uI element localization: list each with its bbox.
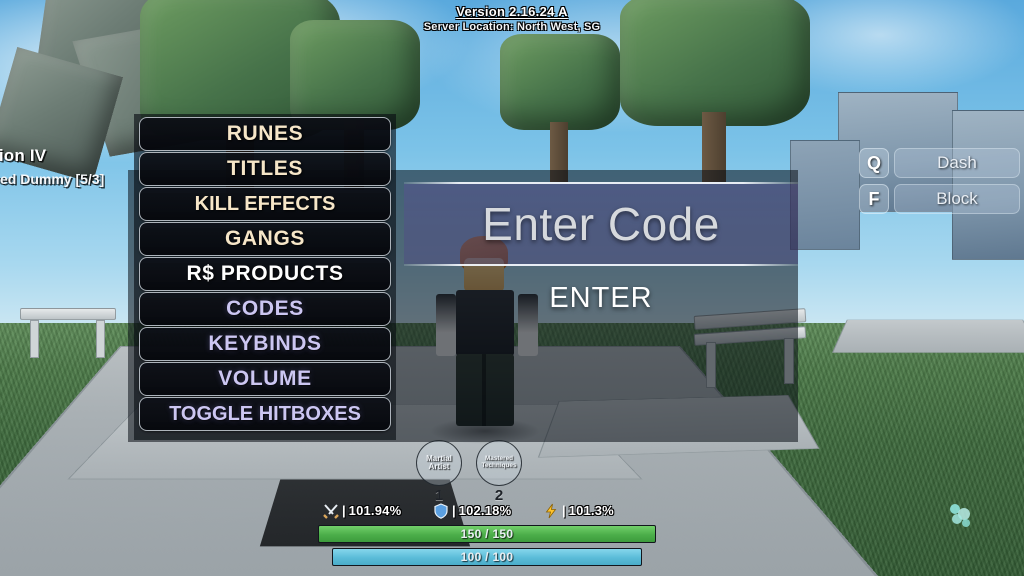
keybind-key-q[interactable]: Q <box>859 148 889 178</box>
menu-item-titles[interactable]: TITLES <box>139 152 391 186</box>
settings-menu: RUNES TITLES KILL EFFECTS GANGS R$ PRODUCTS C… <box>134 114 396 440</box>
stamina-bar-label: 100 / 100 <box>460 550 514 564</box>
code-input-container: Enter Code <box>404 182 798 266</box>
code-divider-bottom <box>404 264 798 266</box>
crossed-swords-icon <box>322 502 339 519</box>
code-input-placeholder: Enter Code <box>482 198 720 250</box>
lightning-bolt-icon <box>542 502 559 519</box>
keybind-key-f[interactable]: F <box>859 184 889 214</box>
stat-value: 101.94% <box>348 503 402 518</box>
enter-code-button[interactable]: ENTER <box>404 278 798 318</box>
menu-item-gangs[interactable]: GANGS <box>139 222 391 256</box>
health-bar-label: 150 / 150 <box>460 527 514 541</box>
stat-separator: | <box>562 503 566 518</box>
health-bar: 150 / 150 <box>318 525 656 543</box>
menu-item-r-products[interactable]: R$ PRODUCTS <box>139 257 391 291</box>
badge-title: Mastered Techniques <box>481 455 517 469</box>
keybind-action-label: Dash <box>937 153 977 172</box>
keybind-action-block[interactable]: Block <box>894 184 1020 214</box>
stat-value: 102.18% <box>458 503 512 518</box>
keybind-row-block: F Block <box>859 184 1020 214</box>
menu-item-keybinds[interactable]: KEYBINDS <box>139 327 391 361</box>
player-hud: | 101.94% | 102.18% | 101.3% 150 / 150 100 / … <box>0 498 1024 576</box>
badge-title: Martial Artist <box>426 453 452 471</box>
menu-item-codes[interactable]: CODES <box>139 292 391 326</box>
stat-crossed-swords: | 101.94% <box>322 502 432 519</box>
ability-badges: Martial Artist 1 Mastered Techniques 2 <box>416 440 522 504</box>
menu-item-label: R$ PRODUCTS <box>186 262 344 285</box>
stat-multipliers: | 101.94% | 102.18% | 101.3% <box>322 502 652 519</box>
menu-item-volume[interactable]: VOLUME <box>139 362 391 396</box>
menu-item-label: VOLUME <box>218 367 312 390</box>
tree <box>620 0 810 182</box>
tree <box>500 34 620 182</box>
menu-item-label: TOGGLE HITBOXES <box>169 402 361 425</box>
building <box>790 140 860 250</box>
menu-item-label: CODES <box>226 297 304 320</box>
menu-item-runes[interactable]: RUNES <box>139 117 391 151</box>
stat-value: 101.3% <box>568 503 614 518</box>
stat-separator: | <box>342 503 346 518</box>
menu-item-label: KEYBINDS <box>208 332 322 355</box>
code-input[interactable]: Enter Code <box>404 184 798 264</box>
stat-lightning-bolt: | 101.3% <box>542 502 652 519</box>
keybind-key-label: F <box>868 188 880 209</box>
keybind-key-label: Q <box>866 152 881 173</box>
keybind-row-dash: Q Dash <box>859 148 1020 178</box>
badge-circle[interactable]: Martial Artist <box>416 440 462 486</box>
keybind-action-dash[interactable]: Dash <box>894 148 1020 178</box>
enter-button-label: ENTER <box>549 281 653 314</box>
badge-mastered-techniques: Mastered Techniques 2 <box>476 440 522 504</box>
keybind-hud: Q Dash F Block <box>859 148 1020 214</box>
menu-item-label: RUNES <box>226 122 304 145</box>
menu-item-label: KILL EFFECTS <box>194 192 336 215</box>
badge-martial-artist: Martial Artist 1 <box>416 440 462 504</box>
keybind-action-label: Block <box>936 189 978 208</box>
stamina-bar: 100 / 100 <box>332 548 642 566</box>
menu-item-kill-effects[interactable]: KILL EFFECTS <box>139 187 391 221</box>
stat-separator: | <box>452 503 456 518</box>
bench-leg <box>96 320 105 358</box>
park-bench <box>20 308 116 320</box>
badge-circle[interactable]: Mastered Techniques <box>476 440 522 486</box>
bench-leg <box>30 320 39 358</box>
menu-item-label: GANGS <box>224 227 305 250</box>
menu-item-label: TITLES <box>227 157 303 180</box>
menu-item-toggle-hitboxes[interactable]: TOGGLE HITBOXES <box>139 397 391 431</box>
stat-shield: | 102.18% <box>432 502 542 519</box>
shield-icon <box>432 502 449 519</box>
path-slab <box>832 319 1024 353</box>
